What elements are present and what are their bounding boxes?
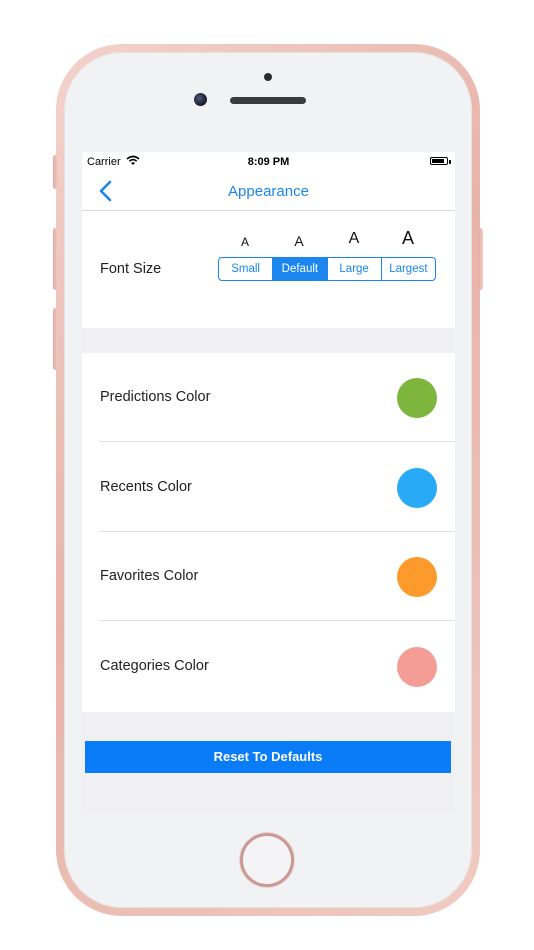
font-preview-largest: A — [401, 228, 414, 248]
list-item-recents-color[interactable]: Recents Color — [82, 443, 455, 532]
predictions-color-label: Predictions Color — [100, 389, 211, 405]
font-preview-small: A — [240, 235, 249, 249]
segment-largest[interactable]: Largest — [380, 258, 435, 280]
categories-color-label: Categories Color — [100, 658, 209, 674]
list-item-favorites-color[interactable]: Favorites Color — [82, 532, 455, 621]
recents-color-label: Recents Color — [100, 479, 192, 495]
categories-color-swatch[interactable] — [397, 647, 437, 687]
font-size-label: Font Size — [100, 261, 162, 277]
volume-down-button — [53, 308, 58, 370]
row-divider — [99, 620, 455, 621]
font-size-segmented-control[interactable]: Small Default Large Largest — [218, 257, 436, 281]
favorites-color-label: Favorites Color — [100, 568, 199, 584]
status-bar: Carrier 8:09 PM — [82, 152, 455, 172]
home-button[interactable] — [240, 833, 294, 887]
earpiece-speaker — [230, 97, 306, 104]
battery-tip — [449, 160, 451, 164]
font-preview-large: A — [348, 230, 360, 247]
recents-color-swatch[interactable] — [397, 468, 437, 508]
reset-to-defaults-button[interactable]: Reset To Defaults — [85, 741, 451, 773]
segment-default[interactable]: Default — [272, 258, 327, 280]
status-time: 8:09 PM — [247, 156, 290, 168]
favorites-color-swatch[interactable] — [397, 557, 437, 597]
navigation-bar: Appearance — [82, 172, 455, 211]
font-size-section: A A A A Font Size Small Default Large La… — [82, 211, 455, 328]
front-camera-icon — [194, 93, 207, 106]
app-screen: Carrier 8:09 PM Appearance A A A A Font … — [82, 152, 455, 813]
font-preview-default: A — [294, 233, 304, 249]
row-divider — [99, 441, 455, 442]
battery-icon — [430, 157, 448, 165]
predictions-color-swatch[interactable] — [397, 378, 437, 418]
volume-up-button — [53, 228, 58, 290]
list-item-categories-color[interactable]: Categories Color — [82, 622, 455, 711]
segment-small[interactable]: Small — [219, 258, 272, 280]
segment-large[interactable]: Large — [326, 258, 381, 280]
proximity-sensor — [264, 73, 272, 81]
mute-switch — [53, 155, 58, 189]
section-separator — [82, 328, 455, 353]
page-title: Appearance — [228, 183, 309, 200]
color-settings-list: Predictions Color Recents Color Favorite… — [82, 353, 455, 712]
power-button — [478, 228, 483, 290]
list-item-predictions-color[interactable]: Predictions Color — [82, 353, 455, 442]
